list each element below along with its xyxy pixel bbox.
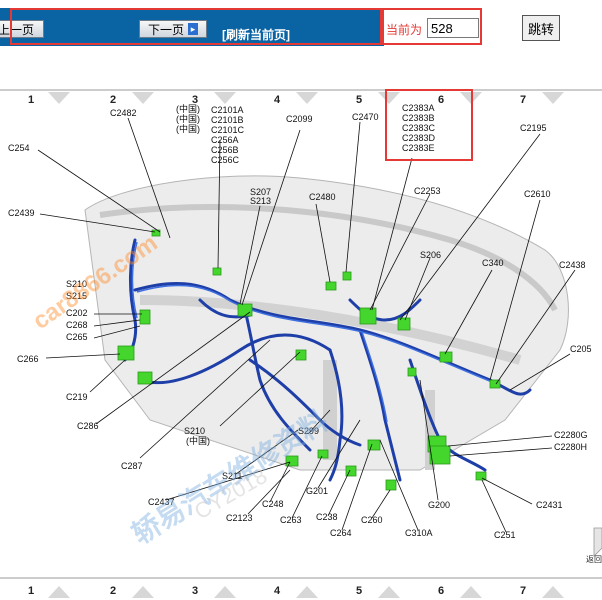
- diagram-label: C2470: [352, 112, 379, 122]
- col-number-bottom: 1: [28, 585, 34, 597]
- back-label: 返回: [586, 555, 602, 564]
- col-number-top: 2: [110, 94, 116, 106]
- grid-bottom-markers: [48, 586, 564, 598]
- diagram-label: (中国): [176, 103, 200, 114]
- diagram-label: C287: [121, 461, 143, 471]
- col-number-bottom: 5: [356, 585, 362, 597]
- nav-highlight-box: [10, 8, 382, 45]
- diagram-label: C2383B: [402, 113, 435, 123]
- diagram-label: C2383D: [402, 133, 436, 143]
- diagram-label: C260: [361, 515, 383, 525]
- diagram-label: C2610: [524, 189, 551, 199]
- diagram-label: (中国): [186, 435, 210, 446]
- col-number-bottom: 6: [438, 585, 444, 597]
- diagram-label: C2280G: [554, 430, 588, 440]
- diagram-label: C205: [570, 344, 592, 354]
- diagram-label: (中国): [176, 123, 200, 134]
- diagram-label: C265: [66, 332, 88, 342]
- col-number-bottom: 3: [192, 585, 198, 597]
- diagram-label: C2480: [309, 192, 336, 202]
- diagram-label: C2099: [286, 114, 313, 124]
- diagram-label: C264: [330, 528, 352, 538]
- col-number-bottom: 7: [520, 585, 526, 597]
- col-number-top: 7: [520, 94, 526, 106]
- diagram-label: C2101B: [211, 115, 244, 125]
- diagram-label: C2383C: [402, 123, 436, 133]
- diagram-label: C266: [17, 354, 39, 364]
- toolbar: 上一页 下一页 ▸ [刷新当前页] 当前为 跳转: [0, 0, 602, 46]
- diagram-label: C238: [316, 512, 338, 522]
- col-number-top: 5: [356, 94, 362, 106]
- diagram-label: C2438: [559, 260, 586, 270]
- diagram-label: C2439: [8, 208, 35, 218]
- diagram-label: C2383A: [402, 103, 435, 113]
- col-number-bottom: 4: [274, 585, 281, 597]
- current-page-label: 当前为: [386, 23, 423, 37]
- diagram-label: C268: [66, 320, 88, 330]
- diagram-label: C2482: [110, 108, 137, 118]
- diagram-label: G201: [306, 486, 328, 496]
- col-number-top: 1: [28, 94, 34, 106]
- col-number-top: 4: [274, 94, 281, 106]
- diagram-label: C2101A: [211, 105, 244, 115]
- diagram-label: C2253: [414, 186, 441, 196]
- col-number-bottom: 2: [110, 585, 116, 597]
- diagram-label: C340: [482, 258, 504, 268]
- diagram-label: C2280H: [554, 442, 587, 452]
- back-button[interactable]: 返回: [586, 527, 602, 564]
- grid-top-markers: [48, 92, 564, 104]
- diagram-label: S210: [184, 426, 205, 436]
- diagram-label: S206: [420, 250, 441, 260]
- diagram-label: C248: [262, 499, 284, 509]
- col-number-top: 6: [438, 94, 444, 106]
- diagram-label: C219: [66, 392, 88, 402]
- diagram-label: C2431: [536, 500, 563, 510]
- diagram-label: C256B: [211, 145, 239, 155]
- diagram-label: C286: [77, 421, 99, 431]
- diagram-label: S213: [250, 196, 271, 206]
- diagram-label: C2101C: [211, 125, 245, 135]
- diagram-label: C256C: [211, 155, 240, 165]
- diagram-label: C2195: [520, 123, 547, 133]
- wiring-diagram: 1 2 3 4 5 6 7 1 2 3 4 5 6 7 C2482 (中国) (…: [0, 89, 602, 598]
- diagram-label: C2383E: [402, 143, 435, 153]
- diagram-label: C2123: [226, 513, 253, 523]
- diagram-label: (中国): [176, 113, 200, 124]
- diagram-label: C263: [280, 515, 302, 525]
- diagram-label: C251: [494, 530, 516, 540]
- diagram-label: C310A: [405, 528, 433, 538]
- jump-label: 跳转: [527, 21, 554, 37]
- diagram-label: G200: [428, 500, 450, 510]
- diagram-label: C256A: [211, 135, 239, 145]
- back-arrow-icon: [593, 527, 602, 557]
- page-number-input[interactable]: [427, 18, 479, 38]
- diagram-label: C254: [8, 143, 30, 153]
- jump-button[interactable]: 跳转: [522, 15, 560, 41]
